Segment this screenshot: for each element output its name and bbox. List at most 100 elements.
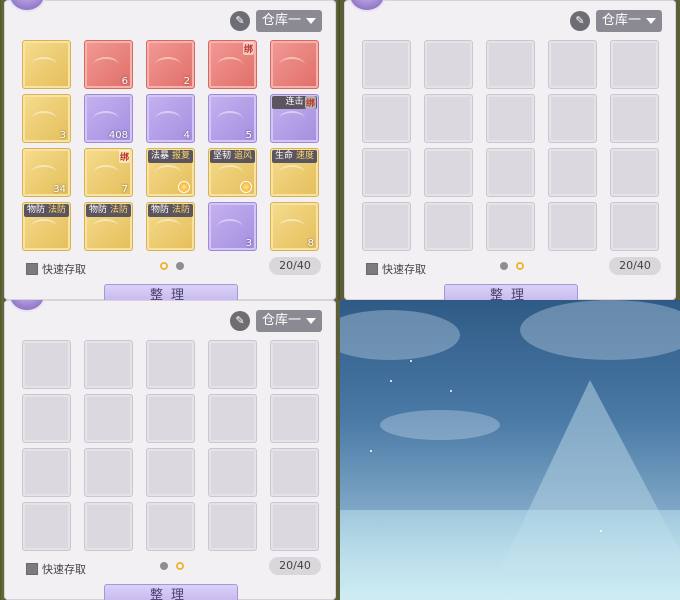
item-icon [31,165,57,181]
inventory-slot[interactable]: 8 [270,202,319,251]
brush-icon[interactable]: ✎ [230,311,250,331]
inventory-slot[interactable] [146,502,195,551]
inventory-slot[interactable] [486,40,535,89]
inventory-slot[interactable] [22,448,71,497]
inventory-slot[interactable] [362,148,411,197]
attribute-tag: 物防 [26,205,45,215]
inventory-slot[interactable] [146,448,195,497]
inventory-slot[interactable] [270,394,319,443]
item-count: 2 [183,76,190,87]
sort-button[interactable]: 整理 [104,584,238,600]
item-icon [93,111,119,127]
inventory-slot[interactable]: 绑7 [84,148,133,197]
inventory-slot[interactable] [22,40,71,89]
item-count: 408 [108,130,128,141]
inventory-slot[interactable] [424,202,473,251]
inventory-slot[interactable] [610,202,659,251]
inventory-slot[interactable] [208,394,257,443]
inventory-slot[interactable] [146,394,195,443]
panel-orb-icon [8,0,46,12]
inventory-slot[interactable] [208,448,257,497]
quick-access-toggle[interactable]: 快速存取 [26,261,86,277]
inventory-slot[interactable] [270,448,319,497]
warehouse-dropdown-label: 仓库一 [602,13,642,28]
inventory-slot[interactable]: 6 [84,40,133,89]
inventory-slot[interactable] [22,340,71,389]
inventory-slot[interactable]: 连击绑 [270,94,319,143]
inventory-slot[interactable]: 5 [208,94,257,143]
item-icon [31,111,57,127]
inventory-slot[interactable] [424,94,473,143]
inventory-slot[interactable]: 坚韧 追风 [208,148,257,197]
coin-icon [178,181,190,193]
inventory-slot[interactable]: 4 [146,94,195,143]
item-icon [31,57,57,73]
quick-access-checkbox[interactable] [26,263,38,275]
inventory-slot[interactable]: 3 [22,94,71,143]
inventory-slot[interactable] [548,202,597,251]
inventory-slot[interactable] [362,94,411,143]
inventory-slot[interactable] [208,340,257,389]
brush-icon[interactable]: ✎ [230,11,250,31]
inventory-slot[interactable] [362,202,411,251]
inventory-slot[interactable] [270,502,319,551]
inventory-slot[interactable]: 34 [22,148,71,197]
sort-button[interactable]: 整理 [444,284,578,300]
inventory-slot[interactable] [22,502,71,551]
page-dot-1[interactable] [160,562,168,570]
inventory-slot[interactable] [548,148,597,197]
inventory-slot[interactable]: 408 [84,94,133,143]
quick-access-label: 快速存取 [42,563,86,576]
quick-access-toggle[interactable]: 快速存取 [26,561,86,577]
inventory-slot[interactable] [84,340,133,389]
inventory-slot[interactable] [548,40,597,89]
inventory-slot[interactable] [610,40,659,89]
quick-access-checkbox[interactable] [366,263,378,275]
inventory-slot[interactable] [84,394,133,443]
inventory-slot[interactable] [610,148,659,197]
page-dot-1[interactable] [500,262,508,270]
attribute-tag: 物防 [88,205,107,215]
inventory-slot[interactable] [486,202,535,251]
quick-access-checkbox[interactable] [26,563,38,575]
warehouse-dropdown[interactable]: 仓库一 [596,10,662,32]
inventory-slot[interactable] [486,94,535,143]
inventory-slot[interactable] [424,40,473,89]
warehouse-dropdown[interactable]: 仓库一 [256,310,322,332]
storage-panel-bottom-left: ✎ 仓库一 快速存取 20/40 整理 [4,300,336,600]
sort-button[interactable]: 整理 [104,284,238,300]
page-dot-2[interactable] [176,262,184,270]
inventory-slot[interactable] [22,394,71,443]
inventory-slot[interactable]: 绑 [208,40,257,89]
inventory-slot[interactable]: 生命 速度 [270,148,319,197]
inventory-slot[interactable] [548,94,597,143]
star [410,360,412,362]
inventory-slot[interactable] [424,148,473,197]
inventory-slot[interactable] [208,502,257,551]
inventory-slot[interactable]: 3 [208,202,257,251]
inventory-slot[interactable] [486,148,535,197]
inventory-slot[interactable]: 法暴 报复 [146,148,195,197]
quick-access-toggle[interactable]: 快速存取 [366,261,426,277]
inventory-slot[interactable] [84,448,133,497]
brush-icon[interactable]: ✎ [570,11,590,31]
misty-ground [340,510,680,600]
page-dot-2[interactable] [516,262,524,270]
attribute-tag: 法防 [172,205,191,215]
inventory-slot[interactable] [84,502,133,551]
inventory-slot[interactable] [610,94,659,143]
inventory-slot[interactable] [362,40,411,89]
item-attribute-tags: 生命 速度 [272,150,317,163]
inventory-slot[interactable]: 物防 法防 [84,202,133,251]
sky-scene-image [340,300,680,600]
inventory-slot[interactable] [146,340,195,389]
page-dot-1[interactable] [160,262,168,270]
quick-access-label: 快速存取 [42,263,86,276]
inventory-slot[interactable]: 物防 法防 [22,202,71,251]
inventory-slot[interactable] [270,340,319,389]
inventory-slot[interactable] [270,40,319,89]
warehouse-dropdown[interactable]: 仓库一 [256,10,322,32]
inventory-slot[interactable]: 2 [146,40,195,89]
page-dot-2[interactable] [176,562,184,570]
inventory-slot[interactable]: 物防 法防 [146,202,195,251]
